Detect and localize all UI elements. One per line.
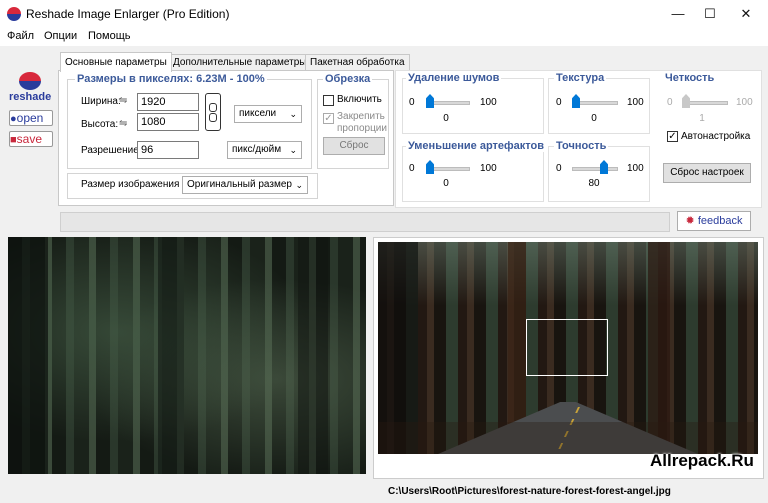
open-icon: ●: [10, 113, 17, 125]
crop-enable-checkbox[interactable]: [323, 95, 334, 106]
maximize-button[interactable]: ☐: [692, 0, 728, 28]
noise-title: Удаление шумов: [406, 72, 502, 84]
window-title: Reshade Image Enlarger (Pro Edition): [26, 7, 230, 21]
link-icon: ⇋: [119, 95, 128, 106]
noise-max: 100: [480, 97, 497, 108]
minimize-button[interactable]: —: [660, 0, 696, 28]
precision-max: 100: [627, 163, 644, 174]
resolution-unit-value: пикс/дюйм: [232, 144, 282, 155]
chevron-down-icon: ⌄: [289, 109, 297, 119]
reshade-logo-text: reshade: [9, 91, 52, 103]
precision-title: Точность: [554, 140, 609, 152]
precision-track[interactable]: [572, 167, 618, 171]
tab-panel: Размеры в пикселях: 6.23M - 100% Ширина:…: [58, 70, 394, 206]
feedback-button[interactable]: ✹ feedback: [677, 211, 751, 231]
artifacts-value: 0: [443, 178, 449, 189]
height-input[interactable]: 1080: [137, 113, 199, 131]
save-label: save: [16, 132, 43, 146]
tab-basic[interactable]: Основные параметры: [60, 52, 172, 72]
app-icon: [7, 7, 21, 21]
noise-slider-group: [402, 78, 544, 134]
menu-help[interactable]: Помощь: [88, 30, 131, 42]
menu-options[interactable]: Опции: [44, 30, 77, 42]
reshade-logo: [13, 72, 47, 92]
save-button[interactable]: ■save: [9, 131, 53, 147]
texture-value: 0: [591, 113, 597, 124]
crop-enable-label: Включить: [337, 94, 382, 105]
artifacts-max: 100: [480, 163, 497, 174]
texture-max: 100: [627, 97, 644, 108]
texture-min: 0: [556, 97, 562, 108]
tab-advanced[interactable]: Дополнительные параметры: [168, 54, 312, 71]
unit-select[interactable]: пиксели ⌄: [234, 105, 302, 123]
auto-tune-checkbox[interactable]: ✓: [667, 131, 678, 142]
menu-bar: Файл Опции Помощь: [0, 28, 768, 46]
open-button[interactable]: ●open: [9, 110, 53, 126]
menu-file[interactable]: Файл: [7, 30, 34, 42]
unit-select-value: пиксели: [239, 108, 277, 119]
resolution-label: Разрешение: [81, 145, 139, 156]
width-input[interactable]: 1920: [137, 93, 199, 111]
precision-slider-group: [548, 146, 650, 202]
width-label: Ширина:: [81, 96, 121, 107]
zoom-selection-rect[interactable]: [526, 319, 608, 376]
open-label: open: [16, 111, 44, 125]
chain-lock-icon[interactable]: [205, 93, 221, 131]
chevron-down-icon: ⌄: [295, 180, 303, 190]
keep-ratio-checkbox[interactable]: ✓: [323, 113, 334, 124]
sharpness-value: 1: [699, 113, 705, 124]
artifacts-min: 0: [409, 163, 415, 174]
feedback-label: feedback: [697, 215, 743, 227]
artifacts-title: Уменьшение артефактов: [406, 140, 546, 152]
precision-min: 0: [556, 163, 562, 174]
resolution-input[interactable]: 96: [137, 141, 199, 159]
reset-settings-button[interactable]: Сброс настроек: [663, 163, 751, 183]
image-size-label: Размер изображения: [81, 179, 180, 190]
auto-tune-label: Автонастройка: [681, 131, 751, 142]
tab-batch[interactable]: Пакетная обработка: [305, 54, 410, 71]
save-icon: ■: [10, 134, 17, 146]
sharpness-title: Четкость: [663, 72, 717, 84]
bug-icon: ✹: [685, 215, 695, 227]
noise-value: 0: [443, 113, 449, 124]
link-icon: ⇋: [119, 118, 128, 129]
progress-bar: [60, 212, 670, 232]
title-bar: Reshade Image Enlarger (Pro Edition) — ☐…: [0, 0, 768, 28]
resolution-unit-select[interactable]: пикс/дюйм ⌄: [227, 141, 302, 159]
image-size-value: Оригинальный размер: [187, 179, 292, 190]
close-button[interactable]: ✕: [728, 0, 764, 28]
image-size-select[interactable]: Оригинальный размер ⌄: [182, 176, 308, 194]
texture-title: Текстура: [554, 72, 607, 84]
precision-value: 80: [588, 178, 600, 189]
preview-image-viewport[interactable]: [378, 242, 758, 454]
height-label: Высота:: [81, 119, 119, 130]
keep-ratio-label: Закрепить пропорции: [337, 111, 387, 134]
crop-group-title: Обрезка: [323, 73, 373, 85]
chevron-down-icon: ⌄: [289, 145, 297, 155]
sharpness-max: 100: [736, 97, 753, 108]
sharpness-min: 0: [667, 97, 673, 108]
crop-reset-button[interactable]: Сброс: [323, 137, 385, 155]
artifacts-slider-group: [402, 146, 544, 202]
file-path: C:\Users\Root\Pictures\forest-nature-for…: [388, 486, 671, 497]
noise-min: 0: [409, 97, 415, 108]
original-image-viewport[interactable]: [8, 237, 366, 474]
size-group-title: Размеры в пикселях: 6.23M - 100%: [75, 73, 267, 85]
watermark-text: Allrepack.Ru: [650, 451, 754, 470]
